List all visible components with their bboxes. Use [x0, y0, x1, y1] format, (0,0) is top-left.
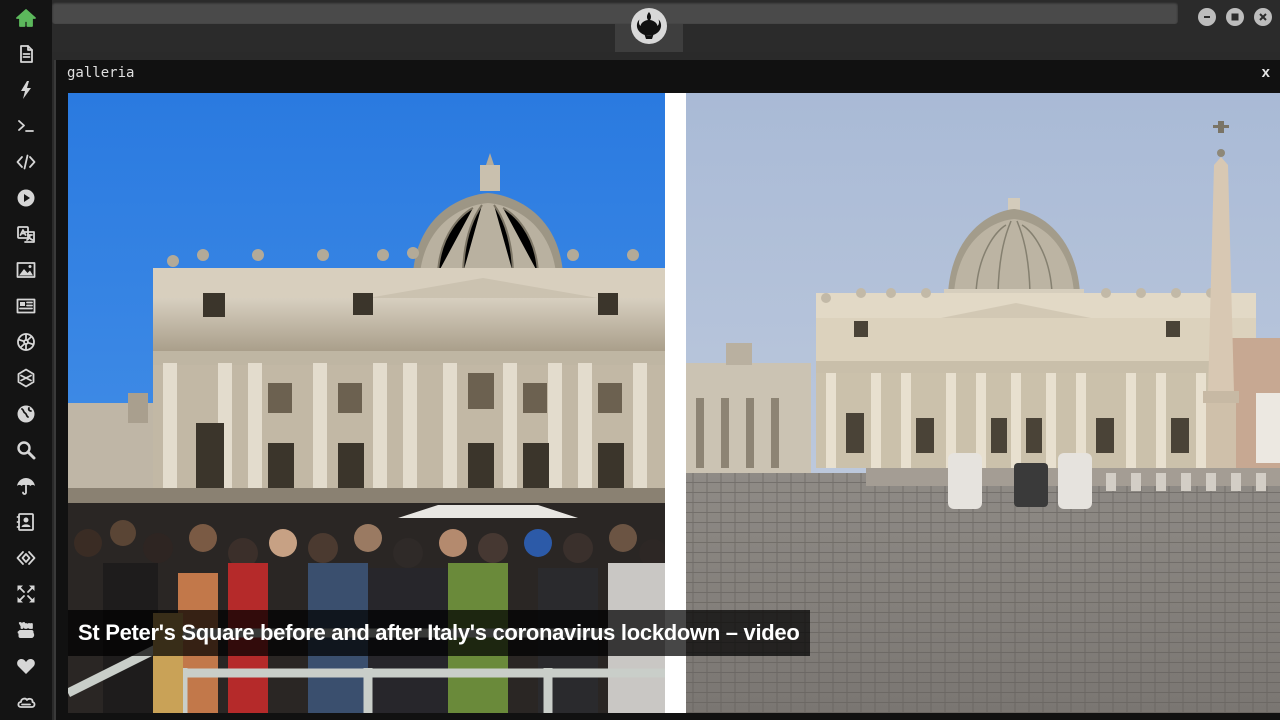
minimize-button[interactable] — [1198, 8, 1216, 26]
close-window-button[interactable] — [1254, 8, 1272, 26]
sidebar-item-expand[interactable] — [0, 576, 52, 612]
code-icon — [16, 154, 36, 170]
sidebar-item-newspaper[interactable] — [0, 288, 52, 324]
sidebar-item-umbrella[interactable] — [0, 468, 52, 504]
sidebar-item-cloud[interactable] — [0, 684, 52, 720]
hexagon-icon — [17, 368, 35, 388]
sidebar-item-search[interactable] — [0, 432, 52, 468]
settings-wheel-icon — [17, 333, 35, 351]
sidebar-item-document[interactable] — [0, 36, 52, 72]
expand-icon — [17, 585, 35, 603]
image-icon — [16, 262, 36, 278]
rebel-alliance-icon — [632, 9, 666, 43]
document-icon — [20, 45, 33, 63]
lightning-icon — [21, 81, 31, 99]
sidebar-item-hexagon[interactable] — [0, 360, 52, 396]
gallery-viewer[interactable]: St Peter's Square before and after Italy… — [68, 93, 1280, 713]
sidebar-item-code[interactable] — [0, 144, 52, 180]
close-icon — [1259, 13, 1267, 21]
sidebar-item-embed[interactable] — [0, 540, 52, 576]
sidebar-item-globe[interactable] — [0, 396, 52, 432]
terminal-icon — [18, 120, 34, 132]
sidebar-item-youtube[interactable]: You Tube — [0, 612, 52, 648]
maximize-icon — [1231, 13, 1239, 21]
svg-text:You: You — [20, 623, 33, 630]
sidebar-item-heart[interactable] — [0, 648, 52, 684]
sidebar-item-terminal[interactable] — [0, 108, 52, 144]
gallery-panel: galleria x St Peter's Square before and … — [54, 60, 1280, 720]
heart-icon — [17, 659, 35, 674]
sidebar-item-translate[interactable] — [0, 216, 52, 252]
sidebar-item-contact-card[interactable] — [0, 504, 52, 540]
top-bar — [52, 0, 1280, 52]
svg-text:Tube: Tube — [18, 631, 33, 638]
rebel-alliance-logo[interactable] — [631, 8, 667, 44]
sidebar-item-image[interactable] — [0, 252, 52, 288]
sidebar: You Tube — [0, 0, 52, 720]
youtube-icon: You Tube — [18, 622, 35, 639]
umbrella-icon — [17, 478, 35, 495]
sidebar-item-home[interactable] — [0, 0, 52, 36]
sidebar-item-lightning[interactable] — [0, 72, 52, 108]
play-icon — [17, 189, 35, 207]
newspaper-icon — [16, 298, 36, 314]
panel-close-button[interactable]: x — [1262, 63, 1270, 83]
sidebar-item-play[interactable] — [0, 180, 52, 216]
search-icon — [17, 441, 36, 460]
home-icon — [16, 9, 36, 27]
maximize-button[interactable] — [1226, 8, 1244, 26]
panel-title: galleria — [67, 65, 135, 81]
globe-icon — [17, 405, 35, 423]
minimize-icon — [1204, 16, 1210, 18]
address-bar[interactable] — [52, 2, 1178, 24]
sidebar-item-settings-wheel[interactable] — [0, 324, 52, 360]
embed-icon — [16, 551, 36, 565]
app-window: galleria x St Peter's Square before and … — [52, 52, 1280, 720]
gallery-caption: St Peter's Square before and after Italy… — [68, 610, 810, 656]
contact-card-icon — [16, 513, 34, 531]
cloud-icon — [17, 697, 36, 708]
translate-icon — [17, 226, 35, 243]
